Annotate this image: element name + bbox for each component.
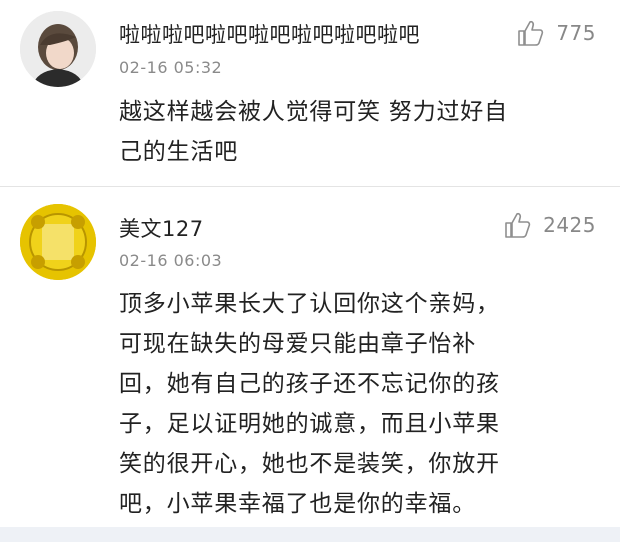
username[interactable]: 美文127 [119,213,204,243]
timestamp: 02-16 05:32 [119,58,223,77]
comment-line: 顶多小苹果长大了认回你这个亲妈， [119,291,500,317]
comment-item: 啦啦啦吧啦吧啦吧啦吧啦吧啦吧 02-16 05:32 775 越这样越会被人觉得… [0,0,620,186]
comment-text: 越这样越会被人觉得可笑 努力过好自 己的生活吧 [119,92,604,172]
avatar[interactable] [20,204,96,280]
comment-text: 顶多小苹果长大了认回你这个亲妈， 可现在缺失的母爱只能由章子怡补 回，她有自己的… [119,284,604,524]
like-count: 775 [556,21,596,45]
comment-line: 越这样越会被人觉得可笑 努力过好自 [119,99,508,125]
comment-line: 回，她有自己的孩子还不忘记你的孩 [119,371,500,397]
thumbs-up-icon [505,212,531,238]
comment-line: 吧，小苹果幸福了也是你的幸福。 [119,491,476,517]
comment-line: 可现在缺失的母爱只能由章子怡补 [119,331,476,357]
bottom-strip [0,527,620,542]
avatar[interactable] [20,11,96,87]
like-button[interactable]: 775 [516,18,596,48]
comment-line: 己的生活吧 [119,139,238,165]
like-count: 2425 [543,213,596,237]
like-button[interactable]: 2425 [503,210,596,240]
user-avatar-icon [20,11,96,87]
thumbs-up-icon [518,20,544,46]
emblem-avatar-icon [20,204,96,280]
comment-line: 笑的很开心，她也不是装笑，你放开 [119,451,500,477]
comment-item: 美文127 02-16 06:03 2425 顶多小苹果长大了认回你这个亲妈， … [0,187,620,527]
timestamp: 02-16 06:03 [119,251,223,270]
comment-line: 子，足以证明她的诚意，而且小苹果 [119,411,500,437]
username[interactable]: 啦啦啦吧啦吧啦吧啦吧啦吧啦吧 [119,19,420,49]
